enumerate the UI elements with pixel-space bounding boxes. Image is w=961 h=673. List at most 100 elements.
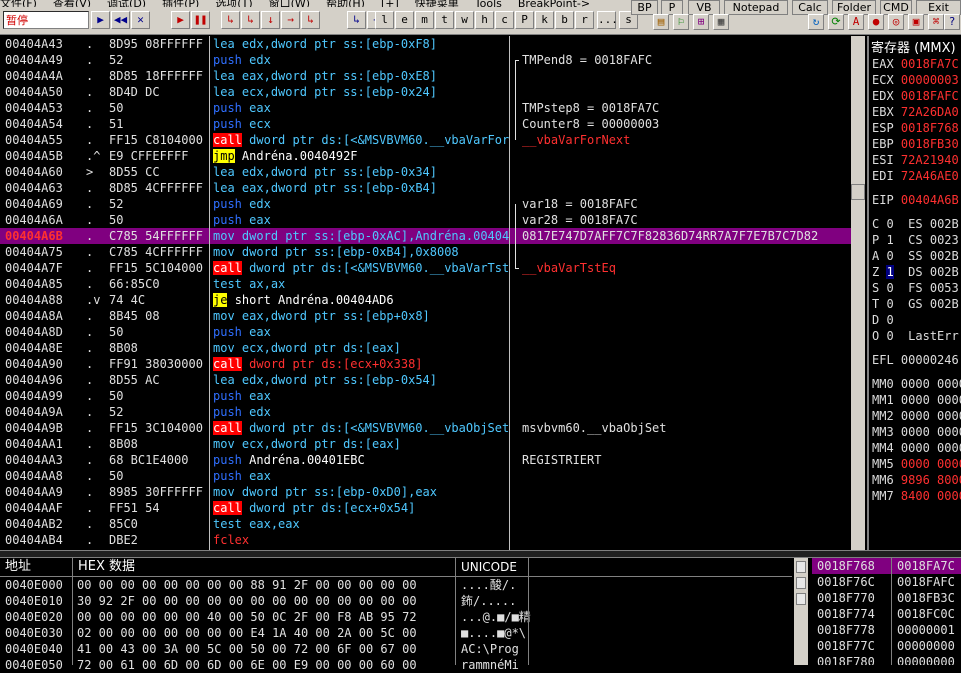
- rewind-icon[interactable]: ◀◀: [111, 11, 130, 29]
- flag-row[interactable]: D 0: [872, 312, 915, 328]
- disassembly-pane[interactable]: 00404A43. 8D95 08FFFFFF lea edx,dword ptr …: [0, 36, 852, 550]
- menu-item[interactable]: 帮助(H): [326, 0, 365, 7]
- goto-icon[interactable]: ↳: [347, 11, 366, 29]
- register-value[interactable]: 0018F768: [901, 121, 959, 135]
- disasm-row[interactable]: 00404A53. 50 push eax TMPstep8 = 0018FA7C: [0, 100, 852, 116]
- disasm-row[interactable]: 00404A69. 52 push edx var18 = 0018FAFC: [0, 196, 852, 212]
- disasm-scrollbar[interactable]: [851, 36, 865, 550]
- bookmark-icon[interactable]: ▣: [908, 14, 924, 30]
- disasm-row[interactable]: 00404A6B. C785 54FFFFFF mov dword ptr ss:[…: [0, 228, 852, 244]
- disasm-row[interactable]: 00404A54. 51 push ecx Counter8 = 00000003: [0, 116, 852, 132]
- help-icon[interactable]: ?: [944, 14, 960, 30]
- flag-value[interactable]: 0: [886, 329, 893, 343]
- segment-value[interactable]: 002B: [930, 297, 959, 311]
- disasm-row[interactable]: 00404AB4. DBE2 fclex: [0, 532, 852, 548]
- window-m-button[interactable]: m: [415, 11, 434, 29]
- scroll-thumb[interactable]: [796, 577, 806, 589]
- disasm-row[interactable]: 00404AAF. FF51 54 call dword ptr ds:[ecx+0…: [0, 500, 852, 516]
- register-esp[interactable]: ESP 0018F768: [872, 120, 959, 136]
- notepad-button[interactable]: Notepad: [724, 0, 788, 15]
- segment-value[interactable]: 0053: [930, 281, 959, 295]
- hexdump-header-text[interactable]: UNICODE: [461, 558, 517, 576]
- register-value[interactable]: 72A21940: [901, 153, 959, 167]
- window-w-button[interactable]: w: [455, 11, 474, 29]
- disasm-row[interactable]: 00404A50. 8D4D DC lea ecx,dword ptr ss:[eb…: [0, 84, 852, 100]
- vb-button[interactable]: VB: [688, 0, 720, 15]
- window-b-button[interactable]: b: [555, 11, 574, 29]
- register-mm5[interactable]: MM5 0000 0000: [872, 456, 961, 472]
- disasm-row[interactable]: 00404A8A. 8B45 08 mov eax,dword ptr ss:[eb…: [0, 308, 852, 324]
- window-P-button[interactable]: P: [515, 11, 534, 29]
- register-ebx[interactable]: EBX 72A26DA0: [872, 104, 959, 120]
- stack-pane[interactable]: 0018F768 0018FA7C 0018F76C 0018FAFC 0018F770…: [812, 558, 961, 665]
- stack-row[interactable]: 0018F774 0018FC0C: [812, 606, 961, 622]
- menu-item[interactable]: [+]: [381, 0, 399, 7]
- register-mm0[interactable]: MM0 0000 0000: [872, 376, 961, 392]
- cmd-button[interactable]: CMD: [880, 0, 912, 15]
- register-value[interactable]: 0000 0000: [901, 425, 961, 439]
- disasm-row[interactable]: 00404A6A. 50 push eax var28 = 0018FA7C: [0, 212, 852, 228]
- segment-value[interactable]: 0023: [930, 233, 959, 247]
- disasm-row[interactable]: 00404A99. 50 push eax: [0, 388, 852, 404]
- grid-icon[interactable]: ⊞: [693, 14, 709, 30]
- disasm-row[interactable]: 00404A60 >8D55 CC lea edx,dword ptr ss:[eb…: [0, 164, 852, 180]
- clipboard-icon[interactable]: ▦: [713, 14, 729, 30]
- stack-row[interactable]: 0018F778 00000001: [812, 622, 961, 638]
- plugin-icon[interactable]: ⌘: [928, 14, 944, 30]
- flag-row[interactable]: S 0 FS 0053: [872, 280, 959, 296]
- disasm-row[interactable]: 00404A7F. FF15 5C104000 call dword ptr ds:…: [0, 260, 852, 276]
- register-edx[interactable]: EDX 0018FAFC: [872, 88, 959, 104]
- flag-value[interactable]: 1: [886, 265, 894, 279]
- window-r-button[interactable]: r: [575, 11, 594, 29]
- register-mm6[interactable]: MM6 9896 8000: [872, 472, 961, 488]
- flag-row[interactable]: P 1 CS 0023: [872, 232, 959, 248]
- hexdump-header-addr[interactable]: 地址: [5, 558, 31, 576]
- disasm-scrollbar-thumb[interactable]: [851, 184, 865, 200]
- trace-into-icon[interactable]: ↓: [261, 11, 280, 29]
- disasm-row[interactable]: 00404A96. 8D55 AC lea edx,dword ptr ss:[eb…: [0, 372, 852, 388]
- menu-item[interactable]: BreakPoint->: [518, 0, 590, 7]
- flag-row[interactable]: O 0 LastErr: [872, 328, 961, 344]
- disasm-row[interactable]: 00404A9A. 52 push edx: [0, 404, 852, 420]
- menu-item[interactable]: 窗口(W): [269, 0, 310, 7]
- record-icon[interactable]: ●: [868, 14, 884, 30]
- close-icon[interactable]: ✕: [131, 11, 150, 29]
- register-value[interactable]: 0000 0000: [901, 441, 961, 455]
- register-mm4[interactable]: MM4 0000 0000: [872, 440, 961, 456]
- pause-icon[interactable]: ❚❚: [191, 11, 210, 29]
- pane-divider[interactable]: [0, 550, 961, 558]
- hexdump-header-hex[interactable]: HEX 数据: [78, 558, 135, 576]
- register-mm2[interactable]: MM2 0000 0000: [872, 408, 961, 424]
- flag-value[interactable]: 1: [886, 233, 893, 247]
- register-value[interactable]: 0018FA7C: [901, 57, 959, 71]
- disasm-row[interactable]: 00404AA3. 68 BC1E4000 push Andréna.00401EB…: [0, 452, 852, 468]
- register-efl[interactable]: EFL 00000246: [872, 352, 959, 368]
- register-value[interactable]: 0000 0000: [901, 409, 961, 423]
- register-esi[interactable]: ESI 72A21940: [872, 152, 959, 168]
- disasm-row[interactable]: 00404AB2. 85C0 test eax,eax: [0, 516, 852, 532]
- stack-row[interactable]: 0018F780 00000000: [812, 654, 961, 665]
- scroll-track-segment[interactable]: [796, 593, 806, 605]
- segment-value[interactable]: 002B: [930, 217, 959, 231]
- stack-row[interactable]: 0018F770 0018FB3C: [812, 590, 961, 606]
- flag-value[interactable]: 0: [886, 281, 893, 295]
- disasm-row[interactable]: 00404A88 .v 74 4C je short Andréna.00404AD6: [0, 292, 852, 308]
- menu-item[interactable]: Tools: [475, 0, 502, 7]
- flag-icon[interactable]: ⚐: [673, 14, 689, 30]
- register-ebp[interactable]: EBP 0018FB30: [872, 136, 959, 152]
- window-t-button[interactable]: t: [435, 11, 454, 29]
- play-icon[interactable]: ▶: [171, 11, 190, 29]
- menu-item[interactable]: 快捷菜单: [415, 0, 459, 7]
- stack-row[interactable]: 0018F768 0018FA7C: [812, 558, 961, 574]
- register-value[interactable]: 8400 0000: [901, 489, 961, 503]
- disasm-row[interactable]: 00404A85. 66:85C0 test ax,ax: [0, 276, 852, 292]
- p-button[interactable]: P: [661, 0, 683, 15]
- register-value[interactable]: 0018FAFC: [901, 89, 959, 103]
- register-ecx[interactable]: ECX 00000003: [872, 72, 959, 88]
- disasm-row[interactable]: 00404A90. FF91 38030000 call dword ptr ds:…: [0, 356, 852, 372]
- disasm-row[interactable]: 00404A43. 8D95 08FFFFFF lea edx,dword ptr …: [0, 36, 852, 52]
- disasm-row[interactable]: 00404A5B .^ E9 CFFEFFFF jmp Andréna.0040492…: [0, 148, 852, 164]
- register-value[interactable]: 72A26DA0: [901, 105, 959, 119]
- window-c-button[interactable]: c: [495, 11, 514, 29]
- step-into-icon[interactable]: ↳: [221, 11, 240, 29]
